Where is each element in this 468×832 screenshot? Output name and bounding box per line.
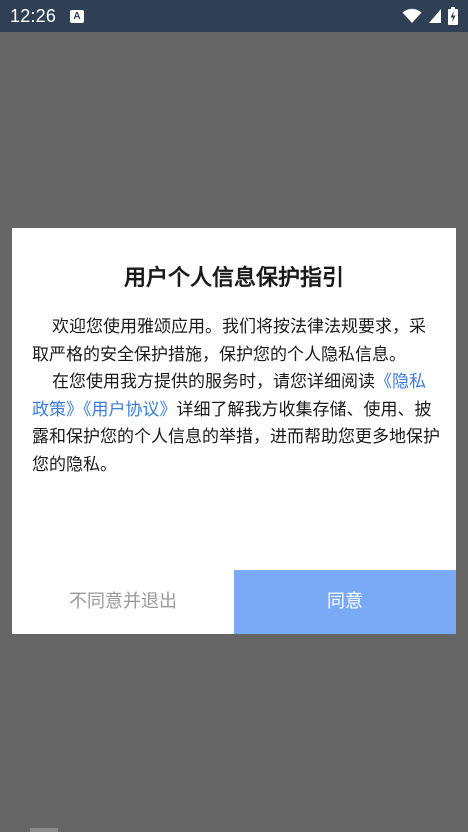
battery-charging-icon <box>448 7 458 25</box>
status-icons <box>402 6 458 26</box>
signal-icon <box>429 9 441 23</box>
status-bar: 12:26 A <box>0 0 468 32</box>
bottom-edge-mark <box>30 828 58 832</box>
intro-paragraph: 欢迎您使用雅颂应用。我们将按法律法规要求，采取严格的安全保护措施，保护您的个人隐… <box>32 317 426 365</box>
dialog-buttons: 不同意并退出 同意 <box>12 570 456 634</box>
status-time: 12:26 <box>10 6 57 26</box>
notification-a-icon: A <box>70 10 84 23</box>
privacy-dialog: 用户个人信息保护指引 欢迎您使用雅颂应用。我们将按法律法规要求，采取严格的安全保… <box>12 228 456 634</box>
wifi-icon <box>402 8 422 23</box>
dialog-body: 欢迎您使用雅颂应用。我们将按法律法规要求，采取严格的安全保护措施，保护您的个人隐… <box>32 314 440 479</box>
notice-prefix: 在您使用我方提供的服务时，请您详细阅读 <box>52 372 375 392</box>
decline-exit-button[interactable]: 不同意并退出 <box>12 570 234 634</box>
dialog-title: 用户个人信息保护指引 <box>123 266 344 291</box>
notice-paragraph: 在您使用我方提供的服务时，请您详细阅读《隐私政策》《用户协议》详细了解我方收集存… <box>32 369 440 479</box>
agree-button[interactable]: 同意 <box>234 570 456 634</box>
user-agreement-link[interactable]: 《用户协议》 <box>83 400 177 420</box>
